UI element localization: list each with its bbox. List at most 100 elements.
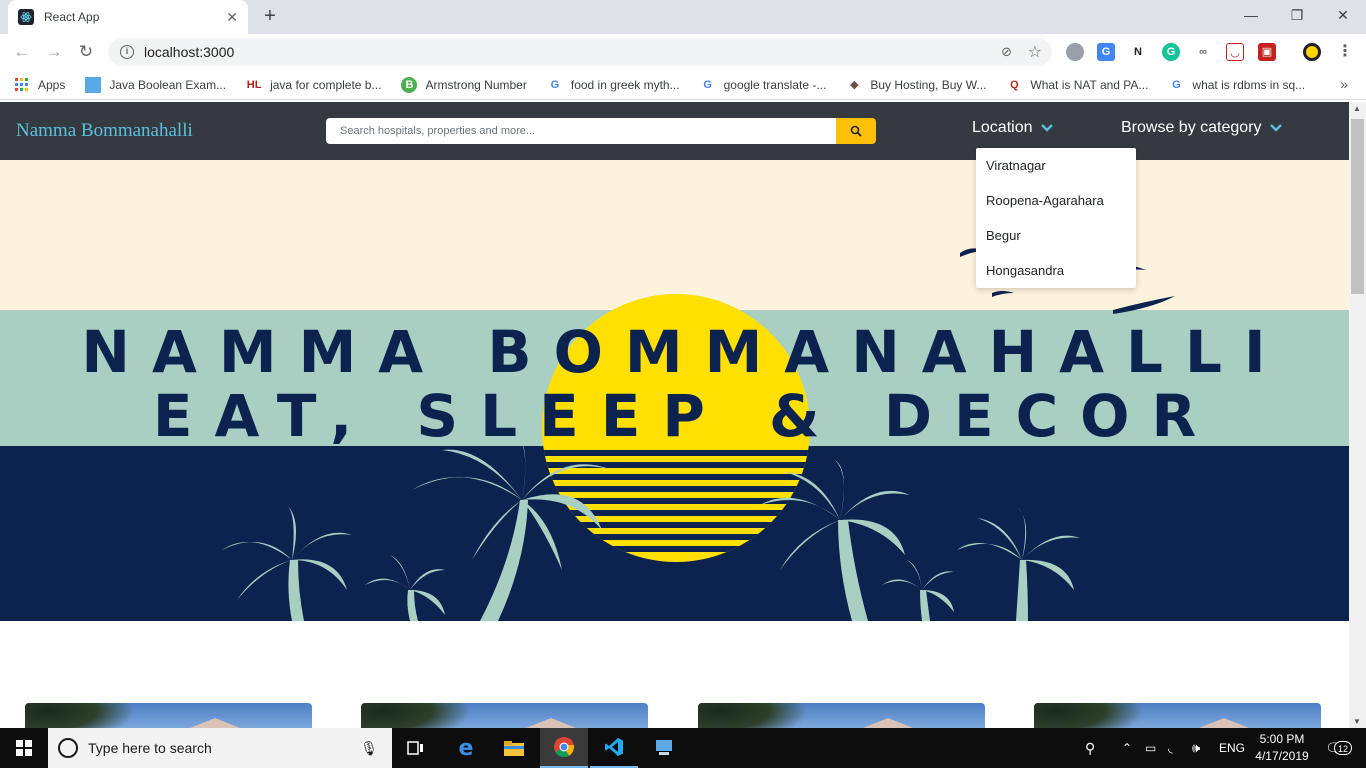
google-icon: G xyxy=(703,78,712,91)
google-icon: G xyxy=(1172,78,1181,91)
taskbar-search-text: Type here to search xyxy=(88,740,212,756)
browser-tab[interactable]: React App ✕ xyxy=(8,0,248,34)
location-label: Location xyxy=(972,119,1033,136)
b-icon: B xyxy=(401,76,418,93)
location-option-begur[interactable]: Begur xyxy=(976,224,1136,259)
apps-grid-icon xyxy=(14,77,30,93)
remote-desktop-icon[interactable] xyxy=(640,728,688,768)
start-button[interactable] xyxy=(0,728,48,768)
app-navbar: Namma Bommanahalli Location Browse by ca… xyxy=(0,102,1349,160)
card-image-roof xyxy=(1194,718,1254,728)
file-explorer-icon[interactable] xyxy=(490,728,538,768)
pocket-extension-icon[interactable]: ◡ xyxy=(1226,43,1244,61)
scroll-thumb[interactable] xyxy=(1351,119,1364,294)
reload-icon[interactable]: ↻ xyxy=(74,40,98,64)
search-button[interactable] xyxy=(836,118,876,144)
tab-title: React App xyxy=(44,10,100,24)
location-option-viratnagar[interactable]: Viratnagar xyxy=(976,154,1136,189)
extension-icon[interactable] xyxy=(1066,43,1084,61)
scroll-up-icon[interactable]: ▲ xyxy=(1353,104,1361,113)
edge-browser-icon[interactable]: e xyxy=(442,728,490,768)
profile-avatar-icon[interactable] xyxy=(1303,43,1321,61)
site-info-icon[interactable]: i xyxy=(120,45,134,59)
page-scrollbar[interactable]: ▲ ▼ xyxy=(1349,102,1366,728)
bookmark-nat[interactable]: Q What is NAT and PA... xyxy=(1006,77,1148,93)
taskbar-search-box[interactable]: Type here to search 🎙 xyxy=(48,728,392,768)
menu-dots-icon[interactable]: ⋮ xyxy=(1336,43,1354,61)
chrome-icon[interactable] xyxy=(540,728,588,768)
more-bookmarks-icon[interactable]: » xyxy=(1340,76,1348,92)
windows-logo-icon xyxy=(16,740,32,756)
bookmark-java-complete[interactable]: HL java for complete b... xyxy=(246,77,382,93)
bookmark-star-icon[interactable]: ☆ xyxy=(1028,42,1042,62)
show-hidden-icons-icon[interactable]: ⌃ xyxy=(1122,728,1132,768)
bookmark-google-translate[interactable]: G google translate -... xyxy=(700,77,827,93)
hero-title-line1: NAMMA BOMMANAHALLI xyxy=(81,318,1288,386)
notification-count-badge: 12 xyxy=(1334,741,1353,755)
category-dropdown-toggle[interactable]: Browse by category xyxy=(1121,119,1282,137)
listing-card[interactable] xyxy=(1034,703,1321,728)
adblock-extension-icon[interactable]: ▣ xyxy=(1258,43,1276,61)
bookmark-label: Apps xyxy=(38,77,66,92)
hero-title-line2: EAT, SLEEP & DECOR xyxy=(152,382,1219,450)
restore-button[interactable]: ❐ xyxy=(1274,0,1320,30)
new-tab-button[interactable]: + xyxy=(258,5,282,29)
location-dropdown-menu: Viratnagar Roopena-Agarahara Begur Honga… xyxy=(976,148,1136,288)
language-indicator[interactable]: ENG xyxy=(1219,728,1245,768)
microphone-icon[interactable]: 🎙 xyxy=(360,740,378,757)
bookmark-label: Java Boolean Exam... xyxy=(109,77,227,92)
card-image-roof xyxy=(185,718,245,728)
volume-icon[interactable]: 🕪 xyxy=(1192,728,1200,768)
notion-extension-icon[interactable]: N xyxy=(1129,43,1147,61)
card-image-roof xyxy=(521,718,581,728)
close-window-button[interactable]: ✕ xyxy=(1320,0,1366,30)
bookmarks-bar: Apps Java Boolean Exam... HL java for co… xyxy=(0,70,1366,100)
bookmark-label: java for complete b... xyxy=(270,77,382,92)
grammarly-extension-icon[interactable]: G xyxy=(1162,43,1180,61)
bookmark-label: What is NAT and PA... xyxy=(1030,77,1149,92)
forward-icon[interactable]: → xyxy=(42,40,66,64)
scroll-down-icon[interactable]: ▼ xyxy=(1353,717,1361,726)
people-icon[interactable]: ⚲ xyxy=(1085,728,1095,768)
windows-taskbar: Type here to search 🎙 e ⚲ ⌃ ▭ ◟ 🕪 ENG 5:… xyxy=(0,728,1366,768)
bookmark-buy-hosting[interactable]: ◆ Buy Hosting, Buy W... xyxy=(846,77,986,93)
chevron-down-icon xyxy=(1269,124,1282,132)
browser-tab-strip: React App ✕ + — ❐ ✕ xyxy=(0,0,1366,34)
translate-icon[interactable]: ⊘ xyxy=(1001,44,1012,60)
close-tab-icon[interactable]: ✕ xyxy=(226,9,238,26)
wifi-icon[interactable]: ◟ xyxy=(1168,728,1173,768)
clock-date: 4/17/2019 xyxy=(1255,749,1309,763)
browser-toolbar: ← → ↻ i localhost:3000 ⊘ ☆ G N G ∞ ◡ ▣ ⋮ xyxy=(0,34,1366,70)
infinity-extension-icon[interactable]: ∞ xyxy=(1194,43,1212,61)
bookmark-armstrong[interactable]: B Armstrong Number xyxy=(401,76,527,93)
card-image xyxy=(361,703,471,728)
card-image xyxy=(25,703,135,728)
google-icon: G xyxy=(550,78,560,91)
battery-icon[interactable]: ▭ xyxy=(1145,728,1156,768)
chevron-down-icon xyxy=(1040,124,1053,132)
quora-icon: Q xyxy=(1010,78,1019,91)
bookmark-label: Armstrong Number xyxy=(425,77,527,92)
listing-card[interactable] xyxy=(361,703,648,728)
task-view-icon[interactable] xyxy=(392,728,440,768)
location-dropdown-toggle[interactable]: Location xyxy=(972,119,1053,137)
listing-card[interactable] xyxy=(25,703,312,728)
taskbar-clock[interactable]: 5:00 PM 4/17/2019 xyxy=(1252,731,1312,765)
brand-link[interactable]: Namma Bommanahalli xyxy=(16,120,193,142)
search-input[interactable] xyxy=(326,118,836,144)
address-bar[interactable]: i localhost:3000 ⊘ ☆ xyxy=(108,38,1052,66)
bookmark-label: google translate -... xyxy=(723,77,827,92)
card-image xyxy=(1034,703,1144,728)
google-translate-extension-icon[interactable]: G xyxy=(1097,43,1115,61)
bookmark-apps[interactable]: Apps xyxy=(14,77,65,93)
bookmark-java-boolean[interactable]: Java Boolean Exam... xyxy=(85,76,227,93)
vscode-icon[interactable] xyxy=(590,728,638,768)
location-option-hongasandra[interactable]: Hongasandra xyxy=(976,259,1136,294)
minimize-button[interactable]: — xyxy=(1228,0,1274,30)
listing-card[interactable] xyxy=(698,703,985,728)
bookmark-rdbms[interactable]: G what is rdbms in sq... xyxy=(1168,77,1305,93)
bookmark-food-greek[interactable]: G food in greek myth... xyxy=(547,77,680,93)
location-option-roopena-agarahara[interactable]: Roopena-Agarahara xyxy=(976,189,1136,224)
search-icon xyxy=(850,125,862,137)
back-icon[interactable]: ← xyxy=(10,40,34,64)
